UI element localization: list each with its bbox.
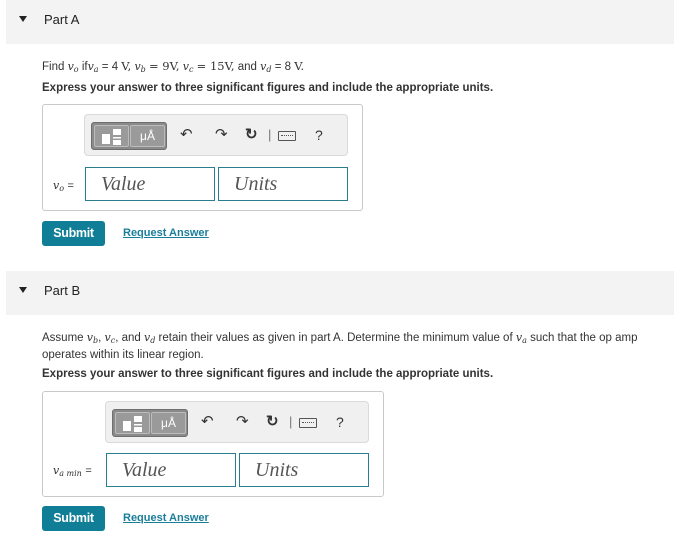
collapse-caret-icon[interactable] <box>19 287 27 293</box>
part-b-submit-button[interactable]: Submit <box>42 506 105 531</box>
fraction-template-icon[interactable] <box>115 412 150 434</box>
part-a-math-toolbar: μÅ ↶ ↷ ↻ | ? <box>84 114 348 156</box>
part-b-variable-label: va min = <box>53 464 92 478</box>
part-a-header[interactable]: Part A <box>6 0 674 44</box>
undo-icon[interactable]: ↶ <box>180 126 193 144</box>
keyboard-icon[interactable] <box>278 131 296 141</box>
part-b-header[interactable]: Part B <box>6 271 674 315</box>
part-a-instructions: Express your answer to three significant… <box>42 82 494 94</box>
help-icon[interactable]: ? <box>336 413 344 431</box>
units-button[interactable]: μÅ <box>151 412 186 434</box>
part-b-units-input[interactable]: Units <box>239 453 369 487</box>
part-a-answer-box: μÅ ↶ ↷ ↻ | ? vo = Value Units <box>42 104 363 211</box>
undo-icon[interactable]: ↶ <box>201 413 214 431</box>
help-icon[interactable]: ? <box>315 126 323 144</box>
part-a-request-answer-link[interactable]: Request Answer <box>123 227 209 239</box>
toolbar-separator: | <box>268 127 272 142</box>
redo-icon[interactable]: ↷ <box>236 413 249 431</box>
part-a-template-group: μÅ <box>91 122 167 150</box>
part-b-request-answer-link[interactable]: Request Answer <box>123 512 209 524</box>
part-a-value-input[interactable]: Value <box>85 167 215 201</box>
part-b-answer-box: μÅ ↶ ↷ ↻ | ? va min = Value Units <box>42 391 384 497</box>
part-b-instructions: Express your answer to three significant… <box>42 368 494 380</box>
part-a-title: Part A <box>44 12 80 27</box>
toolbar-separator: | <box>289 414 293 429</box>
reset-icon[interactable]: ↻ <box>266 413 279 431</box>
reset-icon[interactable]: ↻ <box>245 126 258 144</box>
part-b-prompt: Assume vb, vc, and vd retain their value… <box>42 331 638 361</box>
part-b-math-toolbar: μÅ ↶ ↷ ↻ | ? <box>105 401 369 443</box>
keyboard-icon[interactable] <box>299 418 317 428</box>
part-b-title: Part B <box>44 283 81 298</box>
fraction-template-icon[interactable] <box>94 125 129 147</box>
part-b-template-group: μÅ <box>112 409 188 437</box>
part-a-variable-label: vo = <box>53 179 74 193</box>
redo-icon[interactable]: ↷ <box>215 126 228 144</box>
part-a-prompt: Find vo ifva = 4 V, vb = 9V, vc = 15V, a… <box>42 59 305 74</box>
part-a-submit-button[interactable]: Submit <box>42 221 105 246</box>
units-button[interactable]: μÅ <box>130 125 165 147</box>
part-b-value-input[interactable]: Value <box>106 453 236 487</box>
collapse-caret-icon[interactable] <box>19 16 27 22</box>
part-a-units-input[interactable]: Units <box>218 167 348 201</box>
